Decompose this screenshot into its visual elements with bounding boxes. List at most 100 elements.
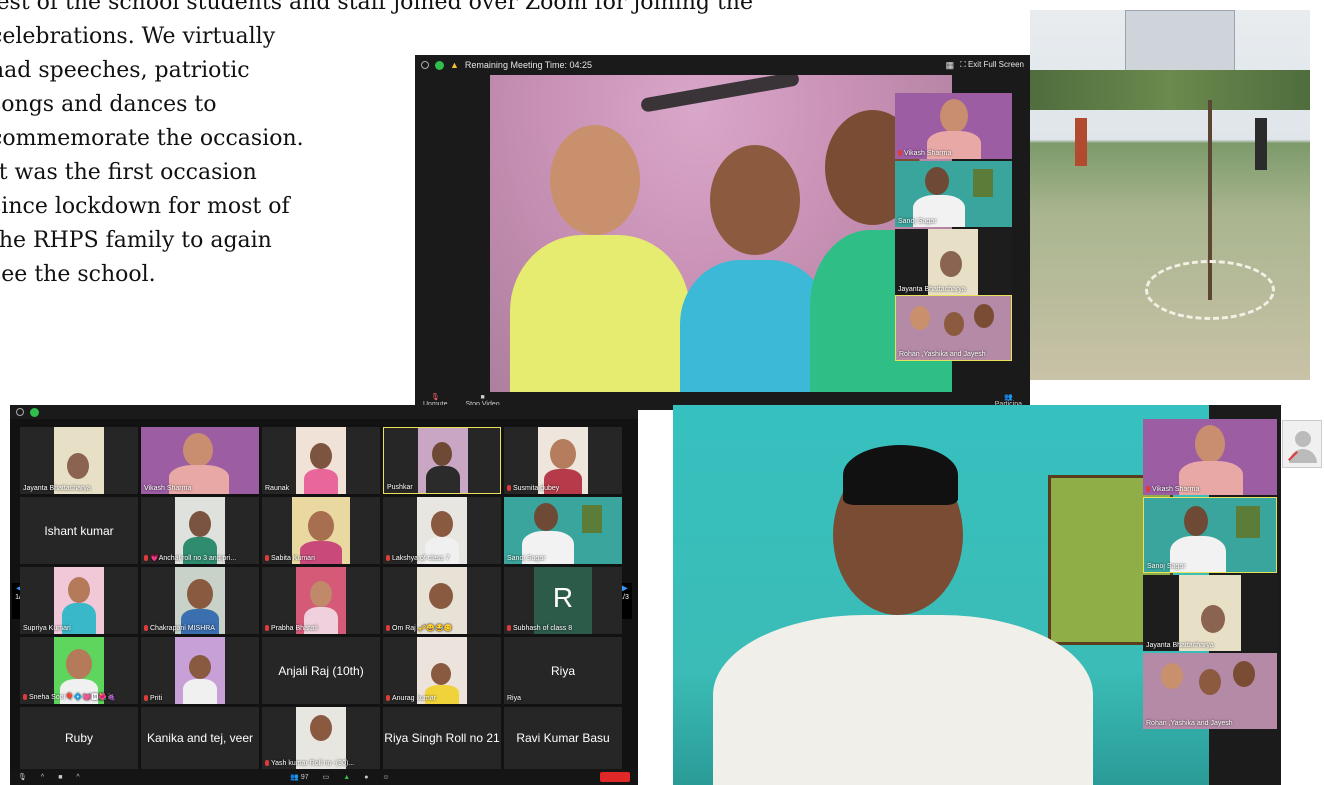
zoom-window-speaker-view: ▲ Remaining Meeting Time: 04:25 ▦ ⛶ Exit… bbox=[415, 55, 1030, 410]
participant-name: Sneha Soni🎈💠💓🅼🌺🍇 bbox=[23, 692, 116, 702]
person-left bbox=[1075, 118, 1087, 166]
participant-name: Subhash of class 8 bbox=[507, 625, 572, 632]
participant-name-large: Anjali Raj (10th) bbox=[278, 663, 364, 678]
mic-muted-icon bbox=[265, 625, 269, 632]
person-girl bbox=[510, 125, 690, 410]
user-icon bbox=[1295, 431, 1311, 447]
gallery-top-bar bbox=[10, 405, 638, 419]
video-tile[interactable]: Sanoj Sagar bbox=[895, 161, 1012, 227]
video-tile[interactable]: Vikash Sharma bbox=[1143, 419, 1277, 495]
video-tile-active[interactable]: Rohan ,Yashika and Jayesh bbox=[895, 295, 1012, 361]
zoom-window-gallery-view: ◀ 1/3 ▶ 1/3 Jayanta Bhattacharya Vikash … bbox=[10, 405, 638, 785]
participant-name: Riya bbox=[507, 695, 522, 702]
participant-name: Yash kumar Roll no -(30)... bbox=[265, 760, 354, 767]
rangoli-circle bbox=[1145, 260, 1275, 320]
participant-name: Prabha Bharati bbox=[265, 625, 318, 632]
mic-muted-icon bbox=[144, 695, 148, 702]
mic-muted-icon bbox=[1146, 486, 1150, 493]
leave-button[interactable] bbox=[600, 772, 631, 782]
grid-view-icon[interactable]: ▦ bbox=[946, 60, 955, 71]
participant-name: 💗Anchal roll no 3 and pri... bbox=[144, 554, 236, 562]
participant-name: Sabita Kumari bbox=[265, 555, 315, 562]
video-tile[interactable]: 💗Anchal roll no 3 and pri... bbox=[141, 497, 259, 564]
info-icon[interactable] bbox=[421, 61, 429, 69]
video-tile[interactable]: Priti bbox=[141, 637, 259, 704]
reactions-icon[interactable]: ☺ bbox=[382, 774, 389, 781]
video-tile[interactable]: Chakrapani MISHRA bbox=[141, 567, 259, 634]
exit-fullscreen-button[interactable]: ⛶ Exit Full Screen bbox=[960, 60, 1024, 70]
gallery-meeting-controls: 🎙 ^ ■ ^ 👥 97 ▭ ▲ ● ☺ bbox=[10, 769, 638, 785]
video-tile[interactable]: Supriya Kumari bbox=[20, 567, 138, 634]
record-icon[interactable]: ● bbox=[364, 774, 368, 781]
exit-fullscreen-label: Exit Full Screen bbox=[967, 60, 1024, 69]
video-tile[interactable]: Riya Singh Roll no 21 bbox=[383, 707, 501, 769]
share-screen-icon[interactable]: ▲ bbox=[343, 774, 350, 781]
video-tile-active[interactable]: Pushkar bbox=[383, 427, 501, 494]
participant-name: Raunak bbox=[265, 485, 290, 492]
mic-muted-icon bbox=[386, 695, 390, 702]
video-tile[interactable]: Riya Riya bbox=[504, 637, 622, 704]
video-tile[interactable]: Anurag kumar bbox=[383, 637, 501, 704]
participant-name: Lakshya of class 7 bbox=[386, 555, 450, 562]
trees bbox=[1030, 70, 1310, 110]
microphone-icon[interactable]: 🎙 bbox=[18, 773, 27, 781]
video-tile[interactable]: Anjali Raj (10th) bbox=[262, 637, 380, 704]
participant-name: Chakrapani MISHRA bbox=[144, 625, 215, 632]
mic-muted-icon bbox=[898, 150, 902, 157]
main-speaker-video bbox=[673, 405, 1209, 785]
mic-muted-icon bbox=[23, 694, 27, 701]
chevron-up-icon[interactable]: ^ bbox=[41, 774, 44, 781]
camera-icon[interactable]: ■ bbox=[58, 774, 62, 781]
participant-name: Susmita dubey bbox=[507, 485, 559, 492]
microphone-icon: 🎙 bbox=[430, 394, 440, 401]
chat-icon[interactable]: ▭ bbox=[323, 773, 330, 781]
mic-muted-icon bbox=[386, 555, 390, 562]
participant-name-large: Riya bbox=[550, 663, 575, 678]
person-right bbox=[1255, 118, 1267, 170]
participant-name: Jayanta Bhattacharya bbox=[23, 485, 91, 492]
video-tile[interactable]: Vikash Sharma bbox=[141, 427, 259, 494]
info-icon[interactable] bbox=[16, 408, 24, 416]
mic-muted-icon bbox=[265, 555, 269, 562]
video-tile[interactable]: Lakshya of class 7 bbox=[383, 497, 501, 564]
participant-name: Anurag kumar bbox=[386, 695, 436, 702]
video-tile[interactable]: Jayanta Bhattacharya bbox=[20, 427, 138, 494]
participant-name: Vikash Sharma bbox=[144, 485, 192, 492]
participant-name: Vikash Sharma bbox=[898, 150, 951, 157]
video-tile[interactable]: Kanika and tej, veer bbox=[141, 707, 259, 769]
participant-name: Om Raj 🎺😀😂😊 bbox=[386, 624, 453, 632]
camera-icon: ■ bbox=[480, 394, 485, 401]
mic-muted-icon bbox=[265, 760, 269, 767]
video-tile[interactable]: Vikash Sharma bbox=[895, 93, 1012, 159]
participant-name-large: Ruby bbox=[64, 731, 93, 745]
video-tile[interactable]: Prabha Bharati bbox=[262, 567, 380, 634]
video-tile[interactable]: Jayanta Bhattacharya bbox=[1143, 575, 1277, 651]
video-tile[interactable]: Ravi Kumar Basu bbox=[504, 707, 622, 769]
fullscreen-icon: ⛶ bbox=[960, 60, 966, 69]
video-tile[interactable]: Yash kumar Roll no -(30)... bbox=[262, 707, 380, 769]
participant-count: 97 bbox=[300, 774, 309, 781]
video-tile[interactable]: Om Raj 🎺😀😂😊 bbox=[383, 567, 501, 634]
video-tile[interactable]: Sanoj Sagar bbox=[504, 497, 622, 564]
participants-icon: 👥 bbox=[1004, 394, 1013, 401]
video-tile[interactable]: Sneha Soni🎈💠💓🅼🌺🍇 bbox=[20, 637, 138, 704]
warning-icon: ▲ bbox=[450, 60, 459, 70]
participants-button[interactable]: 👥 97 bbox=[290, 773, 308, 781]
shield-icon[interactable] bbox=[435, 60, 444, 70]
participant-name: Priti bbox=[144, 695, 162, 702]
video-tile[interactable]: Rohan ,Yashika and Jayesh bbox=[1143, 653, 1277, 729]
video-tile[interactable]: R Subhash of class 8 bbox=[504, 567, 622, 634]
participant-name-large: Riya Singh Roll no 21 bbox=[384, 731, 500, 745]
main-speaker-video bbox=[490, 75, 952, 410]
zoom-window-speaker-view-2: Vikash Sharma Sanoj Sagar Jayanta Bhatta… bbox=[673, 405, 1281, 785]
participant-name-large: Kanika and tej, veer bbox=[146, 731, 254, 745]
shield-icon[interactable] bbox=[30, 407, 39, 417]
video-tile[interactable]: Susmita dubey bbox=[504, 427, 622, 494]
chevron-up-icon[interactable]: ^ bbox=[76, 774, 79, 781]
video-tile[interactable]: Jayanta Bhattacharya bbox=[895, 229, 1012, 295]
video-tile[interactable]: Ruby bbox=[20, 707, 138, 769]
video-tile[interactable]: Raunak bbox=[262, 427, 380, 494]
video-tile[interactable]: Sabita Kumari bbox=[262, 497, 380, 564]
video-tile-active[interactable]: Sanoj Sagar bbox=[1143, 497, 1277, 573]
video-tile[interactable]: Ishant kumar bbox=[20, 497, 138, 564]
